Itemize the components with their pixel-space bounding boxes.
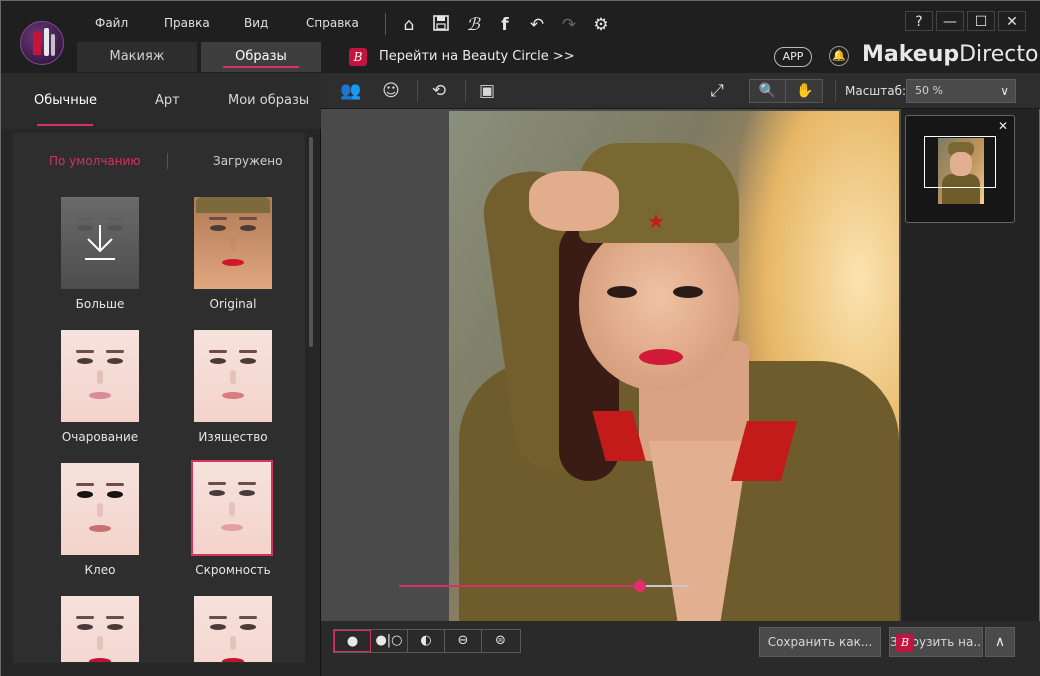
- history-icon[interactable]: ⟲: [427, 79, 451, 103]
- menu-file[interactable]: Файл: [95, 16, 128, 30]
- view-split-horizontal-icon[interactable]: ⊜: [482, 630, 519, 652]
- view-side-by-side-icon[interactable]: ●|○: [371, 630, 408, 652]
- tab-looks-label: Образы: [235, 49, 287, 64]
- look-thumbnail: [193, 462, 271, 554]
- compare-faces-icon[interactable]: 👥: [339, 79, 363, 103]
- toolbar-divider: [835, 80, 836, 102]
- filter-downloaded[interactable]: Загружено: [213, 154, 282, 168]
- pan-tool-icon[interactable]: ✋: [787, 80, 823, 102]
- download-icon: [85, 225, 115, 260]
- looks-subtabs: Обычные Арт Мои образы: [1, 73, 321, 129]
- look-original[interactable]: [192, 195, 274, 291]
- help-button[interactable]: ?: [905, 11, 933, 31]
- app-button[interactable]: APP: [774, 47, 812, 67]
- looks-scrollbar[interactable]: [309, 137, 313, 347]
- look-more[interactable]: [59, 195, 141, 291]
- scale-label: Масштаб:: [845, 84, 907, 98]
- menu-view[interactable]: Вид: [244, 16, 268, 30]
- zoom-pan-toggle: 🔍 ✋: [749, 79, 823, 103]
- fullscreen-icon[interactable]: ⤢: [705, 79, 729, 103]
- notification-bell-icon[interactable]: 🔔: [829, 46, 849, 66]
- look-thumbnail: [61, 330, 139, 422]
- undo-icon[interactable]: ↶: [526, 14, 548, 36]
- scale-value: 50 %: [915, 84, 943, 97]
- look-modesty[interactable]: [191, 460, 273, 556]
- zoom-tool-icon[interactable]: 🔍: [750, 80, 786, 102]
- beauty-circle-icon[interactable]: ℬ: [462, 14, 484, 36]
- app-logo: [20, 21, 64, 65]
- subtab-underline: [37, 124, 93, 126]
- intensity-slider-handle[interactable]: [634, 580, 646, 592]
- filter-default[interactable]: По умолчанию: [49, 154, 141, 168]
- look-grace[interactable]: [192, 328, 274, 424]
- look-label: Больше: [75, 297, 125, 311]
- view-top-bottom-icon[interactable]: ⊖: [445, 630, 482, 652]
- look-thumbnail: [61, 463, 139, 555]
- look-label: Очарование: [61, 430, 139, 444]
- view-single-icon[interactable]: ●: [334, 630, 371, 652]
- redo-icon[interactable]: ↷: [558, 14, 580, 36]
- menu-edit[interactable]: Правка: [164, 16, 210, 30]
- app-window: Файл Правка Вид Справка ⌂ ℬ f ↶ ↷ ⚙ ? — …: [0, 0, 1040, 676]
- look-thumbnail: [61, 197, 139, 289]
- look-label: Original: [209, 297, 257, 311]
- bottom-bar: ● ●|○ ◐ ⊖ ⊜ Сохранить как... B Загрузить…: [321, 621, 1040, 676]
- compare-view-icon[interactable]: ▣: [475, 79, 499, 103]
- menu-help[interactable]: Справка: [306, 16, 359, 30]
- view-mode-group: ● ●|○ ◐ ⊖ ⊜: [333, 629, 521, 653]
- look-label: Скромность: [195, 563, 271, 577]
- subtab-art[interactable]: Арт: [155, 93, 180, 108]
- looks-panel: Обычные Арт Мои образы По умолчанию Загр…: [1, 73, 321, 676]
- facebook-icon[interactable]: f: [494, 14, 516, 36]
- tab-makeup-label: Макияж: [109, 49, 165, 64]
- beauty-circle-badge-icon: B: [349, 48, 367, 66]
- look-thumbnail: [61, 596, 139, 662]
- subtab-my-looks[interactable]: Мои образы: [228, 93, 309, 108]
- save-icon[interactable]: [430, 14, 452, 36]
- canvas-toolbar: 👥 ☺ ⟲ ▣ ⤢ 🔍 ✋ Масштаб: 50 % ∨: [321, 73, 1040, 109]
- gear-icon[interactable]: ⚙: [590, 14, 612, 36]
- toolbar-divider: [465, 80, 466, 102]
- save-as-button[interactable]: Сохранить как...: [759, 627, 881, 657]
- look-charm[interactable]: [59, 328, 141, 424]
- look-thumbnail-partial[interactable]: [59, 594, 141, 664]
- beauty-circle-link[interactable]: Перейти на Beauty Circle >>: [379, 49, 575, 64]
- navigator-close-icon[interactable]: ✕: [998, 119, 1008, 133]
- upload-to-button[interactable]: B Загрузить на...: [889, 627, 983, 657]
- face-settings-icon[interactable]: ☺: [379, 79, 403, 103]
- maximize-button[interactable]: ☐: [967, 11, 995, 31]
- view-split-vertical-icon[interactable]: ◐: [408, 630, 445, 652]
- chevron-down-icon: ∨: [1000, 84, 1009, 98]
- brand-suffix: Director: [959, 42, 1040, 67]
- look-thumbnail: [194, 330, 272, 422]
- tab-makeup[interactable]: Макияж: [77, 42, 197, 72]
- expand-up-button[interactable]: ∧: [985, 627, 1015, 657]
- navigator-viewport[interactable]: [924, 136, 996, 188]
- look-thumbnail-partial[interactable]: [192, 594, 274, 664]
- look-label: Клео: [84, 563, 116, 577]
- look-thumbnail: [194, 596, 272, 662]
- active-tab-underline: [223, 66, 299, 68]
- brand-prefix: Makeup: [862, 42, 960, 67]
- intensity-slider-fill: [399, 585, 640, 587]
- brand-title: MakeupDirector: [862, 42, 1040, 67]
- filter-divider: [167, 153, 168, 169]
- look-cleo[interactable]: [59, 461, 141, 557]
- star-badge-icon: ★: [647, 209, 665, 233]
- look-thumbnail: [194, 197, 272, 289]
- menu-divider: [385, 13, 386, 35]
- subtab-regular[interactable]: Обычные: [34, 93, 97, 108]
- tab-looks[interactable]: Образы: [201, 42, 321, 72]
- photo-preview: ★: [449, 111, 899, 621]
- home-icon[interactable]: ⌂: [398, 14, 420, 36]
- scale-dropdown[interactable]: 50 % ∨: [906, 79, 1016, 103]
- beauty-circle-badge-icon: B: [896, 634, 914, 652]
- navigator-panel: ✕: [905, 115, 1015, 223]
- minimize-button[interactable]: —: [936, 11, 964, 31]
- photo-canvas[interactable]: ★: [321, 109, 901, 621]
- close-button[interactable]: ✕: [998, 11, 1026, 31]
- look-label: Изящество: [198, 430, 268, 444]
- toolbar-divider: [417, 80, 418, 102]
- title-bar: Файл Правка Вид Справка ⌂ ℬ f ↶ ↷ ⚙ ? — …: [1, 1, 1040, 73]
